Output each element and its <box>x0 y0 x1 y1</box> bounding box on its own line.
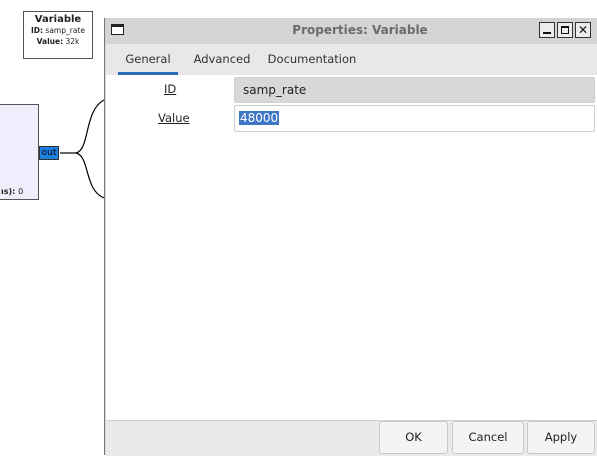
tab-documentation[interactable]: Documentation <box>266 44 358 75</box>
close-button[interactable]: ✕ <box>575 22 591 38</box>
out-port[interactable]: out <box>39 146 59 160</box>
value-field[interactable]: 48000 <box>234 105 595 132</box>
close-icon: ✕ <box>577 23 589 37</box>
source-block[interactable] <box>0 104 39 200</box>
variable-block[interactable]: Variable ID: samp_rate Value: 32k <box>23 11 93 59</box>
properties-dialog: Properties: Variable ✕ General Advanced … <box>104 18 597 456</box>
maximize-icon <box>558 23 572 37</box>
variable-block-value: Value: 32k <box>36 37 80 46</box>
id-label: ID <box>164 82 177 96</box>
maximize-button[interactable] <box>557 22 573 38</box>
tab-general[interactable]: General <box>118 44 178 75</box>
minimize-icon <box>540 23 554 37</box>
general-tab-panel: ID samp_rate Value 48000 <box>106 75 597 420</box>
value-field-text: 48000 <box>239 111 280 125</box>
dialog-button-bar: OK Cancel Apply <box>106 420 597 456</box>
id-field[interactable]: samp_rate <box>234 77 595 103</box>
tab-bar: General Advanced Documentation <box>106 44 597 76</box>
dialog-title: Properties: Variable <box>292 23 428 37</box>
dialog-titlebar[interactable]: Properties: Variable ✕ <box>105 18 597 45</box>
window-controls: ✕ <box>539 22 591 38</box>
cancel-button[interactable]: Cancel <box>452 421 524 454</box>
connection-wire[interactable] <box>58 98 108 202</box>
ok-button[interactable]: OK <box>379 421 448 454</box>
variable-block-title: Variable <box>34 14 82 25</box>
variable-block-id: ID: samp_rate <box>31 26 85 35</box>
window-icon <box>111 24 124 35</box>
source-block-param: ıs): 0 <box>1 187 24 196</box>
value-label: Value <box>158 111 190 125</box>
apply-button[interactable]: Apply <box>527 421 595 454</box>
minimize-button[interactable] <box>539 22 555 38</box>
tab-advanced[interactable]: Advanced <box>190 44 254 75</box>
